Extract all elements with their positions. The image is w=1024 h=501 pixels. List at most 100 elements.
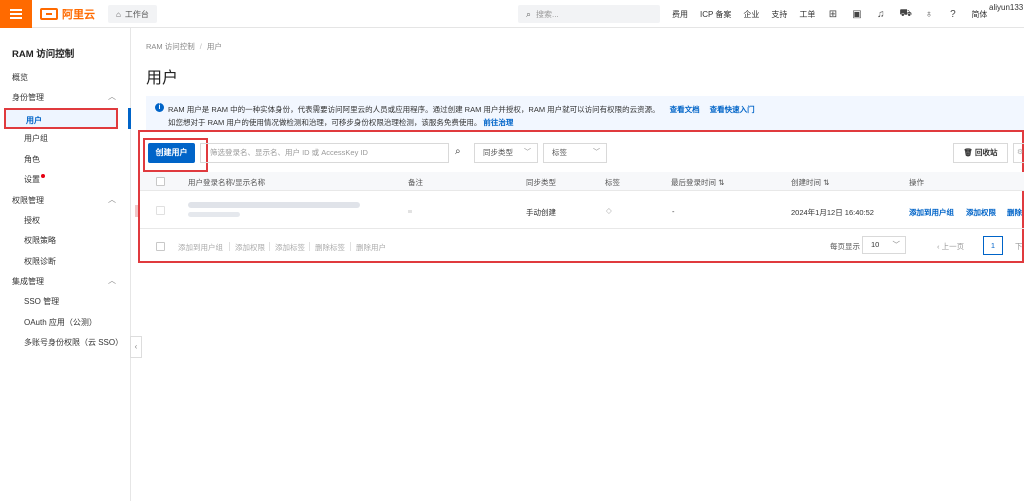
- next-page-button[interactable]: 下: [1015, 241, 1023, 252]
- nav-support[interactable]: 支持: [771, 9, 787, 20]
- footer-select-all-checkbox[interactable]: [156, 242, 165, 251]
- sidebar-item-overview[interactable]: 概览: [12, 72, 28, 83]
- add-permission-link[interactable]: 添加权限: [966, 207, 996, 218]
- breadcrumb-ram[interactable]: RAM 访问控制: [146, 42, 195, 51]
- bulb-icon[interactable]: ♁: [923, 9, 934, 20]
- notice-text-1: RAM 用户是 RAM 中的一种实体身份，代表需要访问阿里云的人员或应用程序。通…: [168, 105, 660, 114]
- nav-icp[interactable]: ICP 备案: [700, 9, 731, 20]
- chevron-up-icon[interactable]: ︿: [108, 194, 116, 205]
- divider: [350, 242, 351, 251]
- row-checkbox[interactable]: [156, 206, 165, 215]
- row-marker: [135, 205, 138, 217]
- add-to-group-link[interactable]: 添加到用户组: [909, 207, 954, 218]
- aliyun-logo-icon: [40, 8, 58, 20]
- chevron-up-icon[interactable]: ︿: [108, 275, 116, 286]
- top-nav: 费用 ICP 备案 企业 支持 工单 ⊞ ▣ ♫ ⛟ ♁ ? 简体: [672, 0, 997, 28]
- bulk-delete-user-button[interactable]: 删除用户: [356, 242, 386, 253]
- sidebar-item-users[interactable]: 用户: [4, 108, 118, 129]
- notification-dot: [41, 174, 45, 178]
- sidebar-item-cloud-sso[interactable]: 多账号身份权限（云 SSO）: [24, 337, 123, 348]
- column-tags: 标签: [605, 178, 620, 187]
- tag-select[interactable]: 标签 ﹀: [543, 143, 607, 163]
- sidebar-group-integration[interactable]: 集成管理: [12, 276, 44, 287]
- redacted-login-name[interactable]: [188, 202, 360, 208]
- sync-type-select[interactable]: 同步类型 ﹀: [474, 143, 538, 163]
- image-icon[interactable]: ▣: [851, 9, 862, 20]
- page-size-select[interactable]: 10 ﹀: [862, 236, 906, 254]
- help-icon[interactable]: ?: [947, 9, 958, 20]
- sidebar-item-oauth[interactable]: OAuth 应用（公测）: [24, 317, 97, 328]
- column-last-login[interactable]: 最后登录时间 ⇅: [671, 177, 724, 188]
- column-created-label: 创建时间: [791, 178, 821, 187]
- top-bar: 阿里云 ⌂ 工作台 ⌕ 搜索... 费用 ICP 备案 企业 支持 工单 ⊞ ▣…: [0, 0, 1024, 28]
- notice-text-2: 如您想对于 RAM 用户的使用情况做检测和治理，可移步身份权限治理检测，该服务免…: [168, 118, 482, 127]
- divider: [229, 242, 230, 251]
- bulk-add-tag-button[interactable]: 添加标签: [275, 242, 305, 253]
- user-account[interactable]: aliyun133: [989, 3, 1023, 12]
- view-docs-link[interactable]: 查看文档: [670, 105, 700, 114]
- column-created[interactable]: 创建时间 ⇅: [791, 177, 829, 188]
- workbench-label: 工作台: [124, 9, 149, 19]
- workbench-button[interactable]: ⌂ 工作台: [108, 5, 157, 23]
- active-indicator: [128, 108, 131, 129]
- sidebar-item-settings[interactable]: 设置: [24, 174, 45, 185]
- home-icon: ⌂: [116, 9, 121, 19]
- row-last-login: -: [672, 207, 675, 216]
- cart-icon[interactable]: ⛟: [899, 8, 912, 21]
- row-sync-type: 手动创建: [526, 208, 556, 217]
- prev-page-button[interactable]: ‹ 上一页: [937, 241, 964, 252]
- page-size-value: 10: [871, 240, 880, 249]
- sidebar-collapse-icon[interactable]: ‹: [130, 336, 142, 358]
- sidebar-item-sso[interactable]: SSO 管理: [24, 296, 59, 307]
- notice-line-2: 如您想对于 RAM 用户的使用情况做检测和治理，可移步身份权限治理检测，该服务免…: [168, 117, 513, 128]
- sidebar-item-diagnosis[interactable]: 权限诊断: [24, 256, 56, 267]
- select-all-checkbox[interactable]: [156, 177, 165, 186]
- sidebar-item-policies[interactable]: 权限策略: [24, 235, 56, 246]
- redacted-remark: [408, 210, 412, 213]
- nav-ticket[interactable]: 工单: [799, 9, 815, 20]
- search-placeholder: 搜索...: [536, 9, 559, 19]
- chevron-down-icon: ﹀: [524, 149, 531, 156]
- divider: [269, 242, 270, 251]
- global-search-input[interactable]: ⌕ 搜索...: [518, 5, 660, 23]
- breadcrumb-separator: /: [199, 42, 202, 51]
- notice-line-1: RAM 用户是 RAM 中的一种实体身份，代表需要访问阿里云的人员或应用程序。通…: [168, 104, 755, 115]
- create-user-button[interactable]: 创建用户: [148, 143, 195, 163]
- go-governance-link[interactable]: 前往治理: [483, 118, 513, 127]
- column-login-name: 用户登录名称/显示名称: [188, 178, 266, 187]
- nav-enterprise[interactable]: 企业: [743, 9, 759, 20]
- recycle-bin-button[interactable]: 🗑 回收站: [953, 143, 1008, 163]
- delete-link[interactable]: 删除: [1007, 207, 1022, 218]
- tag-icon[interactable]: ◇: [606, 206, 612, 215]
- chevron-down-icon: ﹀: [892, 240, 901, 249]
- bulk-remove-tag-button[interactable]: 删除标签: [315, 242, 345, 253]
- search-icon: ⌕: [526, 8, 532, 19]
- table-footer: 添加到用户组 添加权限 添加标签 删除标签 删除用户 每页显示 10 ﹀ ‹ 上一…: [140, 230, 1024, 261]
- bulk-add-to-group-button[interactable]: 添加到用户组: [178, 242, 223, 253]
- breadcrumb-users: 用户: [206, 42, 222, 51]
- info-icon: i: [155, 103, 164, 112]
- language-switch[interactable]: 简体: [971, 9, 987, 20]
- quickstart-link[interactable]: 查看快速入门: [710, 105, 755, 114]
- bulk-add-permission-button[interactable]: 添加权限: [235, 242, 265, 253]
- user-filter-input[interactable]: 筛选登录名、显示名、用户 ID 或 AccessKey ID: [200, 143, 449, 163]
- page-number-current[interactable]: 1: [983, 236, 1003, 255]
- bell-icon[interactable]: ♫: [875, 9, 886, 20]
- sidebar-item-roles[interactable]: 角色: [24, 154, 40, 165]
- sidebar-item-user-groups[interactable]: 用户组: [24, 133, 48, 144]
- trash-icon: 🗑: [963, 148, 976, 157]
- breadcrumb: RAM 访问控制 / 用户: [146, 41, 222, 52]
- cloud-shell-icon[interactable]: ⊞: [827, 9, 838, 20]
- recycle-bin-label: 回收站: [975, 148, 998, 157]
- aliyun-logo[interactable]: 阿里云: [40, 7, 95, 21]
- search-icon[interactable]: ⌕: [455, 146, 461, 157]
- table-header: 用户登录名称/显示名称 备注 同步类型 标签 最后登录时间 ⇅ 创建时间 ⇅ 操…: [140, 172, 1024, 191]
- settings-icon[interactable]: ⚙: [1013, 143, 1024, 163]
- menu-icon[interactable]: [0, 0, 32, 28]
- sidebar-item-grants[interactable]: 授权: [24, 215, 40, 226]
- sidebar-group-identity[interactable]: 身份管理: [12, 92, 44, 103]
- column-remark: 备注: [408, 178, 423, 187]
- sidebar-group-permissions[interactable]: 权限管理: [12, 195, 44, 206]
- chevron-up-icon[interactable]: ︿: [108, 91, 116, 102]
- nav-billing[interactable]: 费用: [672, 9, 688, 20]
